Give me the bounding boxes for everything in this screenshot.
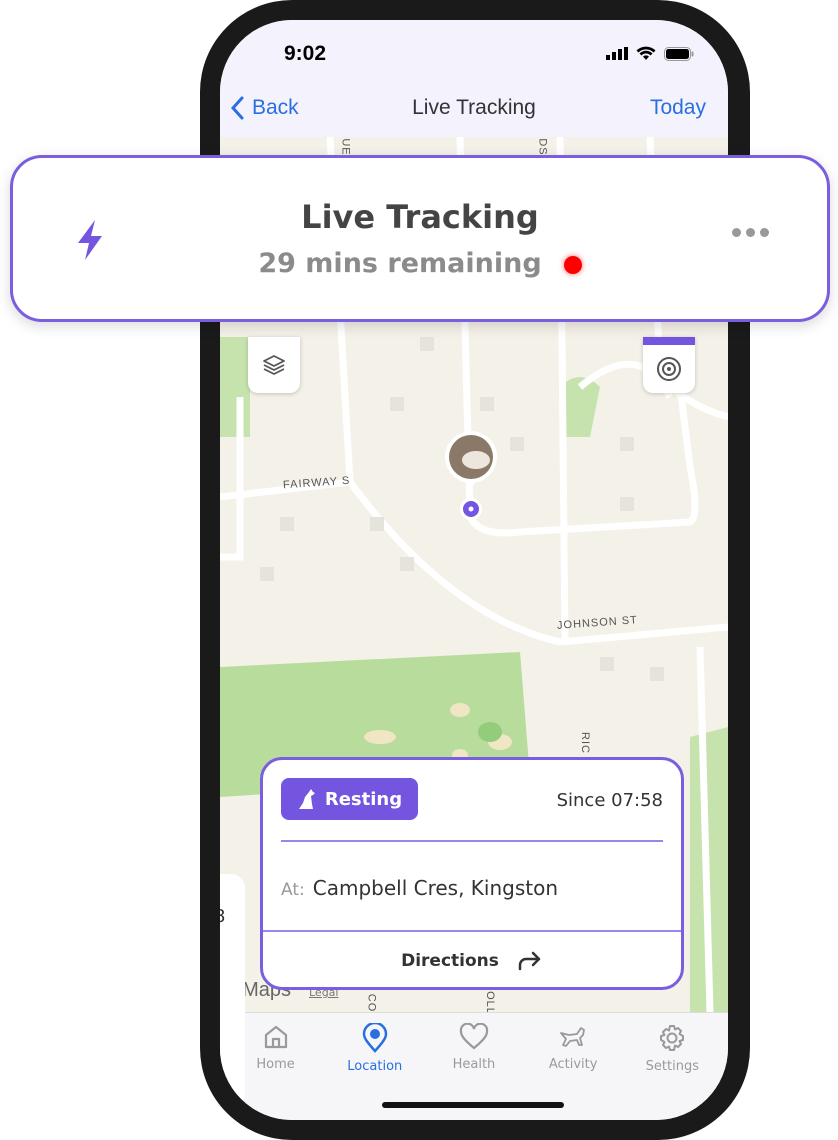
tab-label: Home [256, 1057, 295, 1072]
recenter-button[interactable] [643, 337, 695, 393]
today-button[interactable]: Today [650, 96, 706, 120]
directions-label: Directions [401, 951, 499, 971]
battery-icon [664, 46, 694, 61]
location-address: Campbell Cres, Kingston [312, 876, 559, 900]
live-tracking-banner[interactable]: Live Tracking 29 mins remaining [10, 155, 830, 322]
side-card-text: 8 [220, 906, 225, 927]
sitting-dog-icon [298, 789, 315, 809]
since-time: Since 07:58 [556, 790, 663, 811]
street-label: CO [365, 993, 378, 1013]
layers-icon [263, 355, 285, 375]
arrow-turn-right-icon [518, 951, 541, 971]
location-row: At: Campbell Cres, Kingston [281, 876, 558, 900]
home-icon [264, 1025, 287, 1049]
live-indicator-dot [563, 255, 582, 274]
signal-icon [606, 47, 628, 60]
running-dog-icon [560, 1027, 586, 1047]
tab-label: Activity [548, 1057, 598, 1072]
directions-button[interactable]: Directions [263, 930, 681, 990]
previous-card-partial[interactable]: 8 [220, 874, 245, 1107]
street-label: RIC [578, 732, 591, 754]
tab-label: Location [347, 1059, 403, 1074]
status-card: Resting Since 07:58 At: Campbell Cres, Ki… [260, 757, 684, 990]
location-pin-icon [362, 1023, 388, 1053]
status-time: 9:02 [284, 42, 327, 65]
banner-title: Live Tracking [301, 198, 539, 236]
home-indicator [382, 1102, 564, 1108]
street-label: DS [536, 138, 549, 156]
more-horizontal-icon [732, 228, 769, 237]
status-icons [606, 46, 694, 61]
divider [281, 840, 663, 842]
header: 9:02 Back Live Tracking Today [220, 20, 728, 137]
status-badge: Resting [281, 778, 418, 820]
tab-label: Health [452, 1057, 496, 1072]
heart-icon [459, 1023, 489, 1050]
tab-label: Settings [645, 1059, 699, 1074]
more-button[interactable] [732, 228, 769, 237]
at-label: At: [281, 880, 305, 900]
wifi-icon [636, 46, 656, 60]
map-layers-button[interactable] [248, 337, 300, 393]
tab-settings[interactable]: Settings [627, 1013, 717, 1120]
street-label: UE [339, 138, 352, 156]
status-label: Resting [324, 788, 403, 810]
target-icon [657, 357, 681, 381]
gear-icon [660, 1025, 685, 1051]
banner-subtitle: 29 mins remaining [13, 248, 827, 279]
